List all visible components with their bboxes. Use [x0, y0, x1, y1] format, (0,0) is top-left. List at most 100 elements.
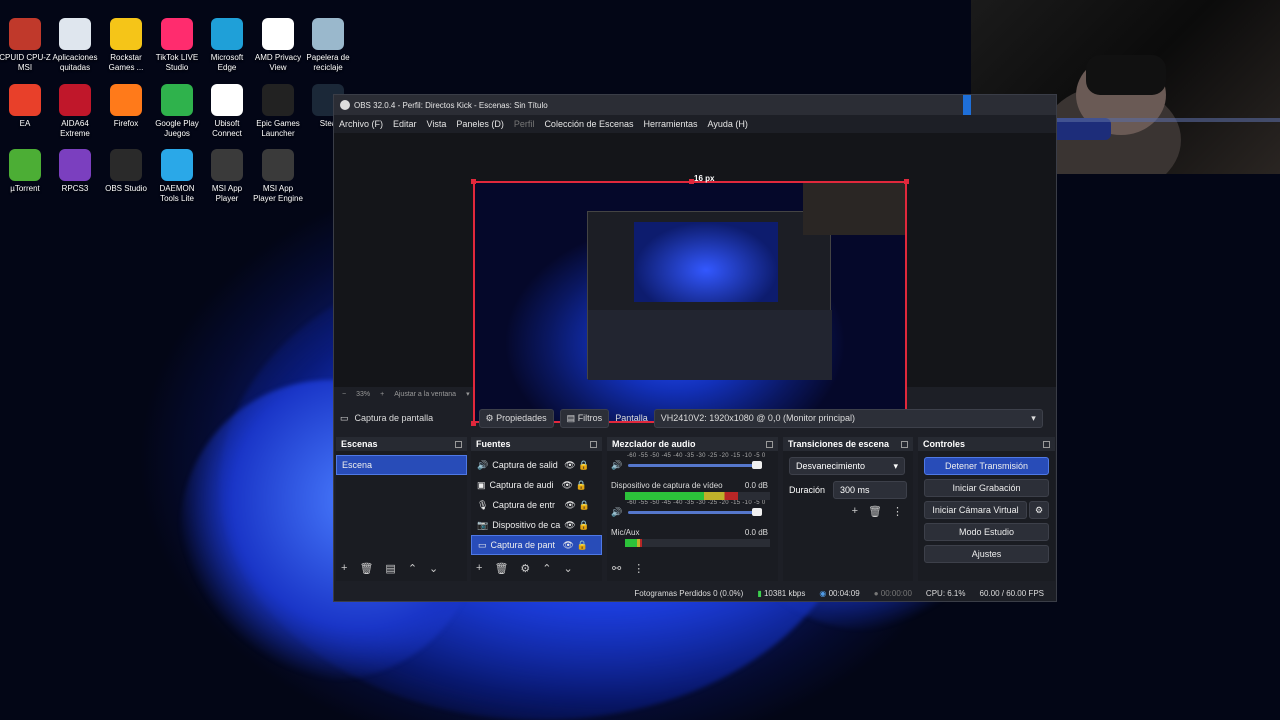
filters-button[interactable]: ▤ Filtros — [559, 408, 610, 428]
sources-toolbar: + 🗑 ⚙ ⌃ ⌄ — [476, 562, 573, 575]
lock-icon[interactable]: 🔒 — [578, 460, 589, 471]
virtual-camera-settings-button[interactable]: ⚙ — [1029, 501, 1049, 519]
source-item-selected[interactable]: ▭ Captura de pant 👁 🔒 — [471, 535, 602, 555]
desktop-shortcut[interactable]: Microsoft Edge — [201, 18, 253, 73]
eye-icon[interactable]: 👁 — [564, 520, 578, 531]
fit-to-window-button[interactable]: Ajustar a la ventana — [394, 391, 456, 398]
filter-icon[interactable]: ▤ — [385, 562, 395, 575]
duration-input[interactable]: 300 ms — [833, 481, 907, 499]
add-icon[interactable]: + — [341, 562, 347, 575]
eye-icon[interactable]: 👁 — [563, 540, 577, 551]
desktop-shortcut-label: Microsoft Edge — [210, 53, 244, 72]
menu-paneles[interactable]: Paneles (D) — [456, 119, 504, 129]
menu-archivo[interactable]: Archivo (F) — [339, 119, 383, 129]
desktop-shortcut[interactable]: Epic Games Launcher — [252, 84, 304, 139]
chevron-up-icon[interactable]: ⌃ — [542, 562, 551, 575]
trash-icon[interactable]: 🗑 — [494, 562, 508, 575]
undock-icon[interactable] — [766, 440, 773, 448]
properties-button[interactable]: ⚙ Propiedades — [478, 408, 554, 428]
desktop-shortcut[interactable]: RPCS3 — [49, 149, 101, 194]
volume-knob[interactable] — [752, 460, 763, 469]
desktop-shortcut[interactable]: Google Play Juegos — [151, 84, 203, 139]
undock-icon[interactable] — [455, 440, 462, 448]
menu-perfil[interactable]: Perfil — [514, 119, 535, 129]
ubisoft-icon — [211, 84, 243, 116]
studio-mode-button[interactable]: Modo Estudio — [924, 523, 1049, 541]
lock-icon[interactable]: 🔒 — [576, 480, 587, 491]
trash-icon[interactable]: 🗑 — [359, 562, 373, 575]
menu-ayuda[interactable]: Ayuda (H) — [708, 119, 748, 129]
trash-icon[interactable]: 🗑 — [868, 505, 882, 518]
desktop-shortcut[interactable]: MSI App Player — [201, 149, 253, 204]
chevron-down-icon[interactable]: ▾ — [466, 390, 470, 398]
chevron-down-icon[interactable]: ⌄ — [564, 562, 573, 575]
source-item[interactable]: ▣ Captura de audi 👁 🔒 — [471, 475, 602, 495]
volume-knob[interactable] — [752, 507, 763, 516]
menu-herramientas[interactable]: Herramientas — [644, 119, 698, 129]
menu-editar[interactable]: Editar — [393, 119, 417, 129]
menu-vista[interactable]: Vista — [427, 119, 447, 129]
undock-icon[interactable] — [1043, 440, 1050, 448]
resize-handle[interactable] — [904, 179, 909, 184]
speaker-icon[interactable]: 🔊 — [611, 507, 622, 518]
scenes-title: Escenas — [341, 439, 378, 449]
undock-icon[interactable] — [901, 440, 908, 448]
desktop-shortcut[interactable]: Aplicaciones quitadas — [49, 18, 101, 73]
desktop-shortcut-label: AMD Privacy View — [254, 53, 302, 72]
zoom-out-button[interactable]: − — [342, 391, 346, 398]
desktop-shortcut[interactable]: AIDA64 Extreme — [49, 84, 101, 139]
resize-handle[interactable] — [689, 179, 694, 184]
source-item[interactable]: 📷 Dispositivo de ca 👁 🔒 — [471, 515, 602, 535]
desktop-shortcut[interactable]: DAEMON Tools Lite — [151, 149, 203, 204]
eye-icon[interactable]: 👁 — [564, 460, 578, 471]
eye-icon[interactable]: 👁 — [562, 480, 576, 491]
settings-button[interactable]: Ajustes — [924, 545, 1049, 563]
desktop-shortcut[interactable]: TikTok LIVE Studio — [151, 18, 203, 73]
stop-stream-button[interactable]: Detener Transmisión — [924, 457, 1049, 475]
desktop-shortcut[interactable]: AMD Privacy View — [252, 18, 304, 73]
desktop-shortcut[interactable]: EA — [0, 84, 51, 129]
desktop-shortcut[interactable]: CPUID CPU-Z MSI — [0, 18, 51, 73]
zoom-in-button[interactable]: + — [380, 391, 384, 398]
speaker-icon[interactable]: 🔊 — [611, 460, 622, 471]
link-icon[interactable]: ⚯ — [612, 562, 621, 575]
volume-slider[interactable] — [628, 460, 763, 469]
desktop-shortcut[interactable]: Firefox — [100, 84, 152, 129]
meter-level — [625, 492, 739, 500]
gear-icon[interactable]: ⚙ — [520, 562, 530, 575]
lock-icon[interactable]: 🔒 — [578, 520, 589, 531]
cpuz-icon — [9, 18, 41, 50]
more-icon[interactable]: ⋮ — [633, 562, 644, 575]
virtual-camera-row: Iniciar Cámara Virtual ⚙ — [918, 497, 1055, 519]
transitions-toolbar: + 🗑 ⋮ — [783, 505, 903, 518]
chevron-down-icon[interactable]: ⌄ — [429, 562, 438, 575]
preview-area[interactable]: 16 px — [334, 133, 1056, 426]
desktop-shortcut[interactable]: Ubisoft Connect — [201, 84, 253, 139]
lock-icon[interactable]: 🔒 — [578, 500, 589, 511]
undock-icon[interactable] — [590, 440, 597, 448]
source-item[interactable]: 🎙 Captura de entr 👁 🔒 — [471, 495, 602, 515]
volume-slider[interactable] — [628, 507, 763, 516]
more-icon[interactable]: ⋮ — [892, 505, 903, 518]
eye-icon[interactable]: 👁 — [564, 500, 578, 511]
desktop-shortcut[interactable]: µTorrent — [0, 149, 51, 194]
desktop-shortcut[interactable]: MSI App Player Engine — [252, 149, 304, 204]
add-icon[interactable]: + — [852, 505, 858, 518]
start-recording-button[interactable]: Iniciar Grabación — [924, 479, 1049, 497]
channel-db: 0.0 dB — [744, 481, 768, 490]
chevron-up-icon[interactable]: ⌃ — [408, 562, 417, 575]
obs-logo-icon — [340, 100, 350, 110]
scene-item[interactable]: Escena — [336, 455, 467, 475]
source-label: Captura de pant — [490, 540, 556, 550]
transition-select[interactable]: Desvanecimiento ▾ — [789, 457, 905, 475]
resize-handle[interactable] — [471, 179, 476, 184]
desktop-shortcut[interactable]: OBS Studio — [100, 149, 152, 194]
add-icon[interactable]: + — [476, 562, 482, 575]
source-item[interactable]: 🔊 Captura de salid 👁 🔒 — [471, 455, 602, 475]
display-select[interactable]: VH2410V2: 1920x1080 @ 0,0 (Monitor princ… — [653, 408, 1043, 428]
desktop-shortcut[interactable]: Rockstar Games ... — [100, 18, 152, 73]
desktop-shortcut[interactable]: Papelera de reciclaje — [302, 18, 354, 73]
menu-coleccion[interactable]: Colección de Escenas — [544, 119, 633, 129]
virtual-camera-button[interactable]: Iniciar Cámara Virtual — [924, 501, 1027, 519]
lock-icon[interactable]: 🔒 — [577, 540, 588, 551]
